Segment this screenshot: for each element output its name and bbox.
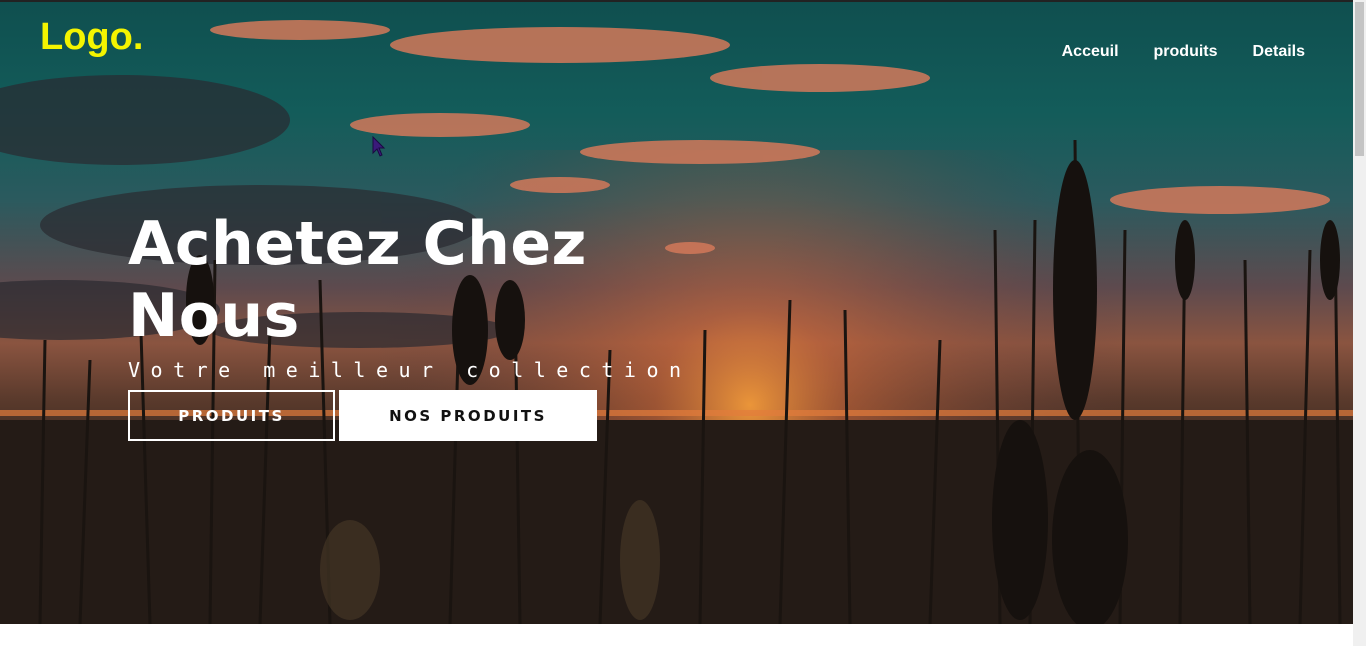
hero-banner: Logo. Acceuil produits Details Achetez C… <box>0 0 1353 624</box>
nav-item-produits[interactable]: produits <box>1154 43 1218 61</box>
mouse-pointer-icon <box>372 136 386 157</box>
top-border <box>0 0 1353 2</box>
hero-title-line2: Nous <box>128 281 300 351</box>
hero-title: Achetez Chez Nous <box>128 208 608 352</box>
main-nav: Acceuil produits Details <box>1062 43 1305 61</box>
site-logo[interactable]: Logo. <box>40 16 143 59</box>
produits-button[interactable]: PRODUITS <box>128 390 335 441</box>
nos-produits-button[interactable]: NOS PRODUITS <box>339 390 597 441</box>
scrollbar-thumb[interactable] <box>1355 2 1364 156</box>
nav-item-acceuil[interactable]: Acceuil <box>1062 43 1119 61</box>
hero-tagline: Votre meilleur collection <box>128 358 692 382</box>
page-scrollbar[interactable] <box>1353 0 1366 646</box>
nav-item-details[interactable]: Details <box>1253 43 1305 61</box>
hero-title-line1: Achetez Chez <box>128 209 587 279</box>
